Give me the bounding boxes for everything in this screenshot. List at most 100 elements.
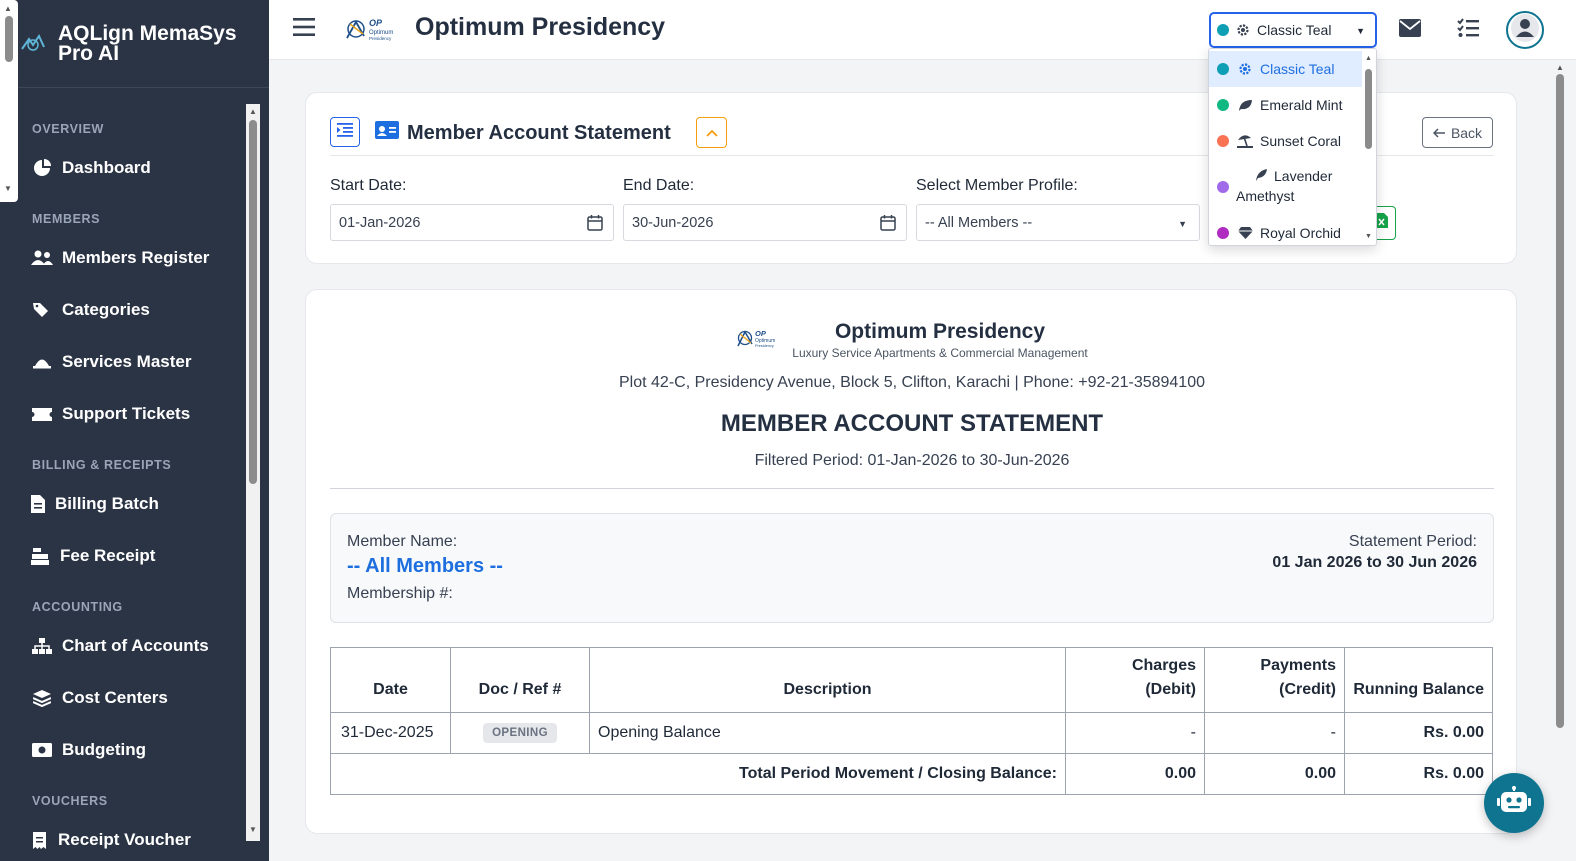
tags-icon bbox=[31, 302, 53, 318]
sidebar-item-receipt-voucher[interactable]: Receipt Voucher bbox=[0, 814, 246, 861]
total-row: Total Period Movement / Closing Balance:… bbox=[330, 753, 1493, 795]
company-name: Optimum Presidency bbox=[834, 320, 1046, 343]
top-header: OP Optimum Presidency Optimum Presidency C… bbox=[269, 0, 1576, 60]
user-avatar[interactable] bbox=[1506, 11, 1544, 49]
sidebar-item-label: Dashboard bbox=[62, 158, 151, 177]
member-name: -- All Members -- bbox=[347, 555, 503, 577]
table-row: 31-Dec-2025 OPENING Opening Balance - - … bbox=[330, 712, 1493, 754]
column-header-description: Description bbox=[589, 647, 1066, 713]
svg-text:Presidency: Presidency bbox=[755, 344, 774, 348]
theme-option-label: Lavender Amethyst bbox=[1236, 168, 1333, 204]
caret-down-icon: ▼ bbox=[1356, 26, 1365, 36]
sidebar-item-budgeting[interactable]: Budgeting bbox=[0, 724, 246, 776]
opening-badge: OPENING bbox=[483, 723, 557, 743]
brand-logo-icon bbox=[18, 32, 48, 56]
dropdown-scrollbar[interactable]: ▲ ▼ bbox=[1363, 53, 1375, 243]
end-date-label: End Date: bbox=[623, 177, 695, 194]
calendar-icon[interactable] bbox=[880, 214, 896, 235]
closing-balance: Rs. 0.00 bbox=[1344, 753, 1493, 795]
theme-option-emerald-mint[interactable]: Emerald Mint bbox=[1209, 87, 1362, 123]
end-date-input[interactable]: 30-Jun-2026 bbox=[623, 204, 907, 241]
feather-icon bbox=[1255, 168, 1268, 182]
statement-period-value: 01 Jan 2026 to 30 Jun 2026 bbox=[1272, 554, 1477, 571]
start-date-input[interactable]: 01-Jan-2026 bbox=[330, 204, 614, 241]
card-title-text: Member Account Statement bbox=[407, 121, 671, 144]
theme-option-lavender-amethyst[interactable]: Lavender Amethyst bbox=[1209, 159, 1362, 215]
sidebar-item-cost-centers[interactable]: Cost Centers bbox=[0, 672, 246, 724]
sidebar-item-services-master[interactable]: Services Master bbox=[0, 336, 246, 388]
table-header-row: Date Doc / Ref # Description Charges (Deb… bbox=[330, 647, 1493, 713]
indent-icon bbox=[337, 122, 353, 142]
chatbot-button[interactable] bbox=[1484, 773, 1544, 833]
theme-option-royal-orchid[interactable]: Royal Orchid bbox=[1209, 215, 1362, 245]
sidebar-item-label: Fee Receipt bbox=[60, 546, 156, 565]
toggle-sidebar-button[interactable] bbox=[330, 117, 360, 147]
nav-section-title: BILLING & RECEIPTS bbox=[32, 458, 172, 472]
company-address: Plot 42-C, Presidency Avenue, Block 5, C… bbox=[619, 374, 1205, 391]
sidebar-item-billing-batch[interactable]: Billing Batch bbox=[0, 478, 246, 530]
company-tagline: Luxury Service Apartments & Commercial M… bbox=[792, 346, 1088, 360]
sidebar-item-support-tickets[interactable]: Support Tickets bbox=[0, 388, 246, 440]
column-header-credit-line2: (Credit) bbox=[1279, 681, 1336, 698]
scroll-down-arrow-icon[interactable]: ▼ bbox=[249, 825, 257, 834]
sidebar-item-fee-receipt[interactable]: Fee Receipt bbox=[0, 530, 246, 582]
theme-option-sunset-coral[interactable]: Sunset Coral bbox=[1209, 123, 1362, 159]
member-profile-select[interactable]: -- All Members -- ▼ bbox=[916, 204, 1200, 241]
theme-select[interactable]: Classic Teal ▼ bbox=[1209, 12, 1377, 48]
calendar-icon[interactable] bbox=[587, 214, 603, 235]
company-header: OP Optimum Presidency Optimum Presidency L… bbox=[306, 320, 1518, 360]
scroll-thumb[interactable] bbox=[1556, 74, 1564, 728]
sidebar-item-label: Cost Centers bbox=[62, 688, 168, 707]
cell-date: 31-Dec-2025 bbox=[330, 712, 451, 754]
member-profile-label: Select Member Profile: bbox=[916, 177, 1078, 194]
membership-number-label: Membership #: bbox=[347, 585, 453, 602]
sidebar-item-label: Support Tickets bbox=[62, 404, 191, 423]
ledger-table: Date Doc / Ref # Description Charges (Deb… bbox=[330, 647, 1493, 795]
statement-period-label: Statement Period: bbox=[1348, 533, 1477, 550]
end-date-value: 30-Jun-2026 bbox=[632, 214, 714, 231]
total-credit: 0.00 bbox=[1204, 753, 1345, 795]
list-check-icon[interactable] bbox=[1457, 18, 1479, 43]
svg-text:Presidency: Presidency bbox=[369, 36, 392, 41]
file-invoice-icon bbox=[29, 495, 47, 513]
cash-register-icon bbox=[31, 547, 49, 565]
scroll-thumb[interactable] bbox=[1365, 69, 1372, 149]
sidebar-item-chart-of-accounts[interactable]: Chart of Accounts bbox=[0, 620, 246, 672]
start-date-value: 01-Jan-2026 bbox=[339, 214, 421, 231]
scroll-thumb[interactable] bbox=[249, 120, 257, 484]
sidebar-item-dashboard[interactable]: Dashboard bbox=[0, 142, 246, 194]
svg-text:OP: OP bbox=[755, 329, 767, 338]
filtered-period: Filtered Period: 01-Jan-2026 to 30-Jun-2… bbox=[754, 452, 1070, 469]
sidebar-item-label: Members Register bbox=[62, 248, 210, 267]
nav-section-title: OVERVIEW bbox=[32, 122, 104, 136]
scroll-up-arrow-icon[interactable]: ▲ bbox=[249, 107, 257, 116]
sidebar-item-categories[interactable]: Categories bbox=[0, 284, 246, 336]
scroll-up-arrow-icon[interactable]: ▲ bbox=[1365, 55, 1372, 62]
nav-section-title: ACCOUNTING bbox=[32, 600, 123, 614]
theme-option-classic-teal[interactable]: Classic Teal bbox=[1209, 51, 1362, 87]
main-scrollbar[interactable]: ▲ bbox=[1553, 60, 1567, 861]
theme-color-dot bbox=[1217, 24, 1229, 36]
total-label: Total Period Movement / Closing Balance: bbox=[330, 753, 1066, 795]
start-date-label: Start Date: bbox=[330, 177, 407, 194]
sidebar-item-label: Billing Batch bbox=[55, 494, 159, 513]
theme-option-label: Sunset Coral bbox=[1260, 133, 1341, 149]
theme-option-label: Classic Teal bbox=[1260, 61, 1335, 77]
sidebar-item-members-register[interactable]: Members Register bbox=[0, 232, 246, 284]
sidebar-item-label: Receipt Voucher bbox=[58, 830, 191, 849]
hamburger-menu-icon[interactable] bbox=[293, 17, 315, 42]
scroll-up-arrow-icon[interactable]: ▲ bbox=[4, 4, 12, 13]
id-card-icon bbox=[375, 121, 399, 145]
scroll-up-arrow-icon[interactable]: ▲ bbox=[1556, 63, 1564, 72]
file-excel-icon bbox=[1375, 213, 1388, 233]
collapse-button[interactable] bbox=[696, 117, 727, 148]
robot-icon bbox=[1497, 785, 1531, 821]
envelope-icon[interactable] bbox=[1399, 19, 1421, 42]
theme-dropdown: Classic Teal Emerald Mint Sunset Coral L… bbox=[1208, 48, 1377, 246]
scroll-down-arrow-icon[interactable]: ▼ bbox=[1365, 233, 1372, 240]
sidebar-scrollbar[interactable]: ▲ ▼ bbox=[246, 104, 260, 841]
statement-card: OP Optimum Presidency Optimum Presidency L… bbox=[305, 289, 1517, 834]
back-button[interactable]: Back bbox=[1422, 117, 1493, 148]
column-header-doc: Doc / Ref # bbox=[450, 647, 590, 713]
scroll-thumb[interactable] bbox=[5, 16, 13, 62]
